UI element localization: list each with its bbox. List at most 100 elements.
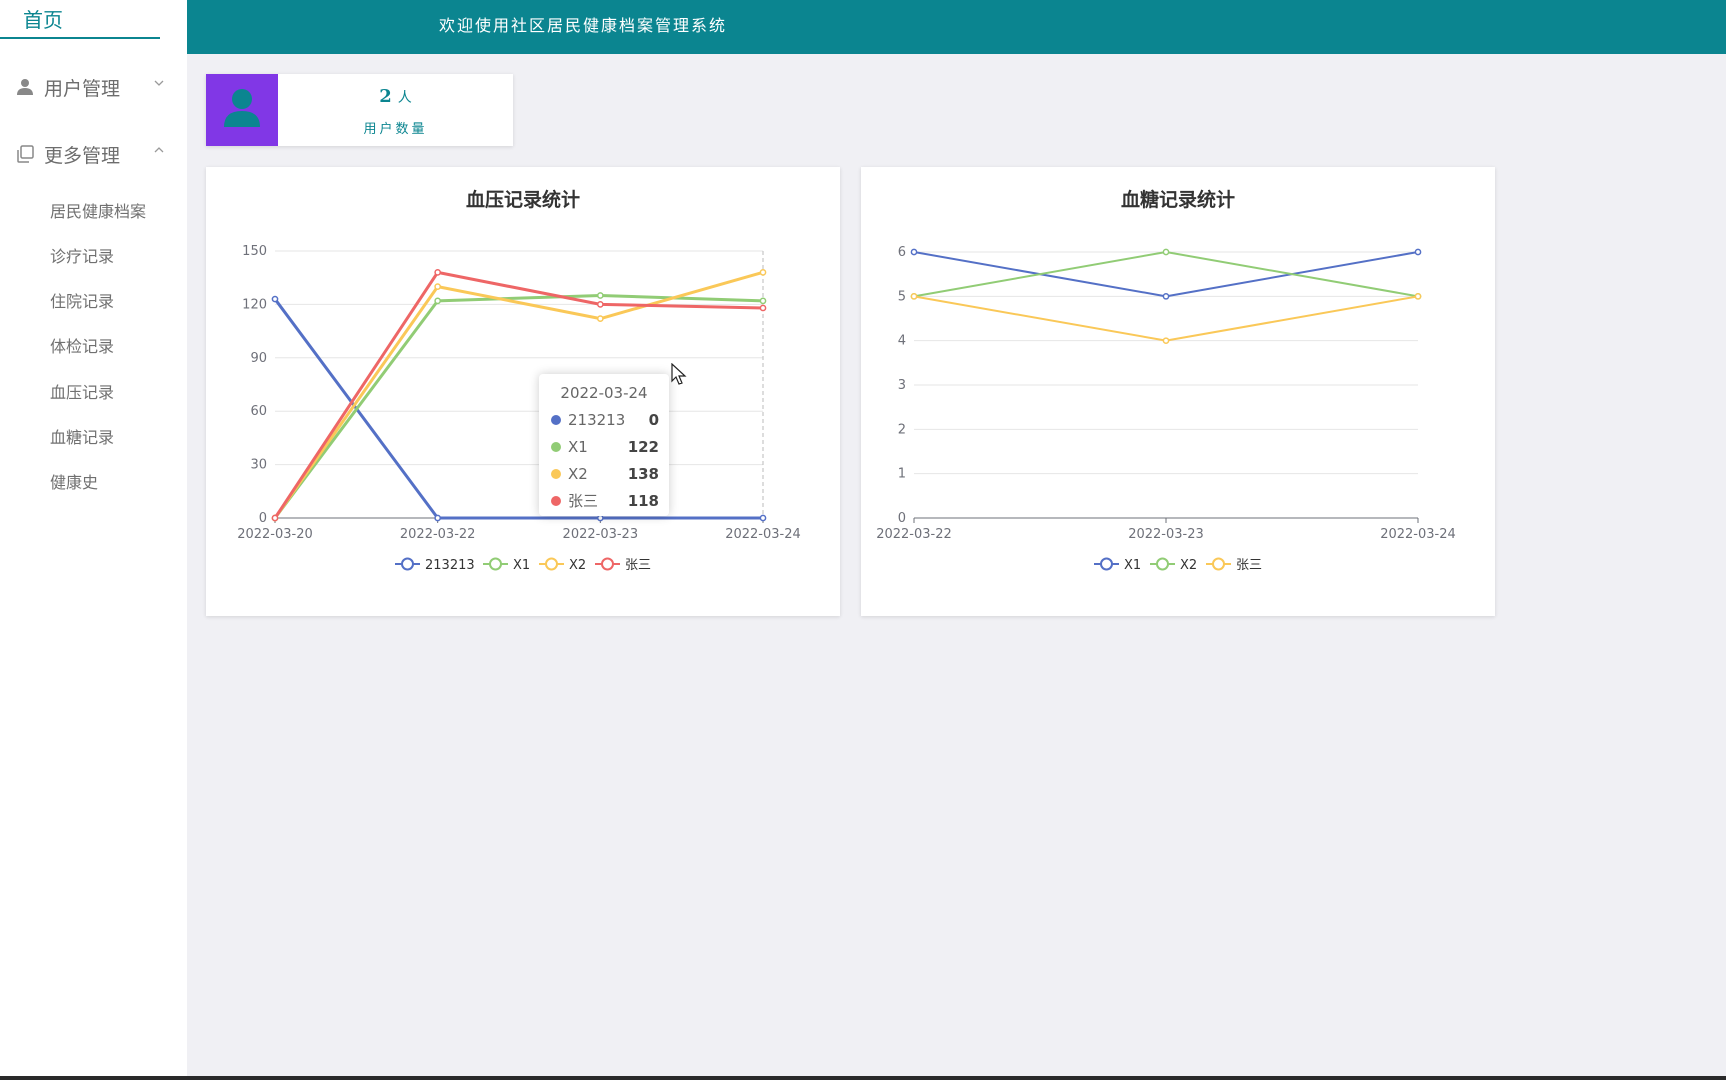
legend-label: X2 [1180, 558, 1197, 573]
x-tick-label: 2022-03-24 [1380, 527, 1456, 542]
sidebar: 首页 用户管理 更多管理 居民健康档案 诊疗记录 住院记录 体检记录 血压记录 … [0, 0, 187, 1076]
user-icon [17, 79, 33, 95]
data-point [434, 514, 442, 522]
chevron-down-icon [154, 80, 164, 86]
data-point [596, 315, 604, 322]
tooltip-row-value: 138 [627, 465, 659, 483]
tooltip-row-name: 213213 [568, 411, 626, 429]
legend-label: 张三 [1236, 558, 1262, 573]
sidebar-item-physical-exam-records[interactable]: 体检记录 [50, 335, 114, 359]
sidebar-item-blood-sugar-records[interactable]: 血糖记录 [50, 426, 114, 450]
data-point [910, 248, 918, 256]
data-point [1414, 292, 1422, 300]
x-tick-label: 2022-03-20 [237, 527, 313, 542]
tooltip-row-name: 张三 [568, 492, 599, 510]
y-tick-label: 120 [242, 297, 267, 312]
data-point [1162, 248, 1170, 256]
data-point [759, 304, 767, 312]
sidebar-item-resident-health-records[interactable]: 居民健康档案 [50, 200, 146, 224]
y-tick-label: 1 [898, 467, 906, 482]
data-point [759, 514, 767, 522]
blood-pressure-chart-card: 血压记录统计 0 30 60 90 120 150 2022-03-20 2022-03-22 2… [206, 167, 840, 616]
series-dot-icon [551, 468, 561, 479]
data-point [1162, 292, 1170, 300]
x-tick-label: 2022-03-22 [876, 527, 952, 542]
legend-label: X1 [1124, 558, 1141, 573]
blood-sugar-chart-card: 血糖记录统计 0 1 2 3 4 5 6 2022-03-22 2022-03-23 2022-03… [861, 167, 1495, 616]
stat-unit: 人 [397, 90, 412, 106]
legend-label: 213213 [425, 558, 475, 573]
series-dot-icon [551, 495, 561, 506]
y-tick-label: 90 [250, 351, 267, 366]
series-dot-icon [551, 441, 561, 452]
y-tick-label: 0 [259, 511, 267, 526]
stat-value: 2 [379, 86, 392, 107]
chart-tooltip: 2022-03-24 213213 0 X1 122 X2 138 张三 118 [539, 374, 669, 516]
legend-marker [545, 557, 558, 571]
x-tick-label: 2022-03-23 [1128, 527, 1204, 542]
tooltip-row: X1 122 [551, 436, 659, 458]
y-tick-label: 6 [898, 245, 906, 260]
legend-label: X2 [569, 558, 586, 573]
blood-sugar-chart: 血糖记录统计 0 1 2 3 4 5 6 2022-03-22 2022-03-23 2022-03… [876, 188, 1456, 573]
data-point [1414, 248, 1422, 256]
y-tick-label: 5 [898, 289, 906, 304]
data-point [271, 514, 279, 522]
sidebar-item-health-history[interactable]: 健康史 [50, 471, 98, 495]
y-tick-label: 60 [250, 404, 267, 419]
series-dot-icon [551, 414, 561, 425]
copy-icon [17, 145, 34, 163]
data-point [434, 269, 442, 276]
header-title: 欢迎使用社区居民健康档案管理系统 [439, 16, 728, 35]
data-point [1162, 337, 1170, 345]
blood-pressure-chart: 血压记录统计 0 30 60 90 120 150 2022-03-20 2022-03-22 2… [237, 188, 801, 573]
user-count-card: 2人 用户数量 [206, 74, 513, 146]
menu-user-management-label: 用户管理 [44, 77, 121, 100]
menu-user-management[interactable]: 用户管理 [15, 72, 165, 102]
series-line [913, 251, 1419, 298]
user-icon [224, 89, 260, 127]
y-tick-label: 4 [898, 334, 906, 349]
x-tick-label: 2022-03-22 [400, 527, 476, 542]
chart-title: 血压记录统计 [466, 188, 580, 211]
legend-marker [1100, 557, 1113, 571]
chart-title: 血糖记录统计 [1121, 188, 1235, 211]
legend-label: 张三 [625, 558, 651, 573]
x-tick-label: 2022-03-23 [563, 527, 639, 542]
tooltip-date: 2022-03-24 [560, 384, 648, 402]
menu-more-management-label: 更多管理 [44, 144, 121, 167]
legend-marker [1156, 557, 1169, 571]
chevron-up-icon [154, 147, 164, 153]
tooltip-row-value: 0 [648, 411, 659, 429]
tooltip-row-name: X1 [568, 438, 588, 456]
data-point [596, 301, 604, 308]
data-point [434, 283, 442, 290]
data-point [596, 292, 604, 299]
sidebar-item-hospitalization-records[interactable]: 住院记录 [50, 290, 114, 314]
data-point [910, 292, 918, 300]
y-tick-label: 0 [898, 511, 906, 526]
home-tab[interactable]: 首页 [0, 0, 160, 39]
stat-label: 用户数量 [363, 122, 428, 137]
bottom-border [0, 1076, 1726, 1080]
legend-marker [489, 557, 502, 571]
data-point [759, 269, 767, 276]
sidebar-item-diagnosis-records[interactable]: 诊疗记录 [50, 245, 114, 269]
stat-icon-box [206, 74, 278, 146]
y-tick-label: 2 [898, 422, 906, 437]
legend-label: X1 [513, 558, 530, 573]
tooltip-row-value: 118 [627, 492, 659, 510]
menu-more-management[interactable]: 更多管理 [15, 139, 165, 169]
tooltip-row-value: 122 [627, 438, 659, 456]
stat-value-line: 2人 [278, 86, 513, 107]
tooltip-row: X2 138 [551, 463, 659, 485]
legend-marker [1212, 557, 1225, 571]
legend-marker [601, 557, 614, 571]
mouse-cursor-icon [671, 363, 687, 385]
sidebar-item-blood-pressure-records[interactable]: 血压记录 [50, 381, 114, 405]
tooltip-row: 213213 0 [551, 409, 659, 431]
y-tick-label: 30 [250, 458, 267, 473]
y-tick-label: 150 [242, 244, 267, 259]
tooltip-row: 张三 118 [551, 490, 659, 512]
tooltip-row-name: X2 [568, 465, 588, 483]
